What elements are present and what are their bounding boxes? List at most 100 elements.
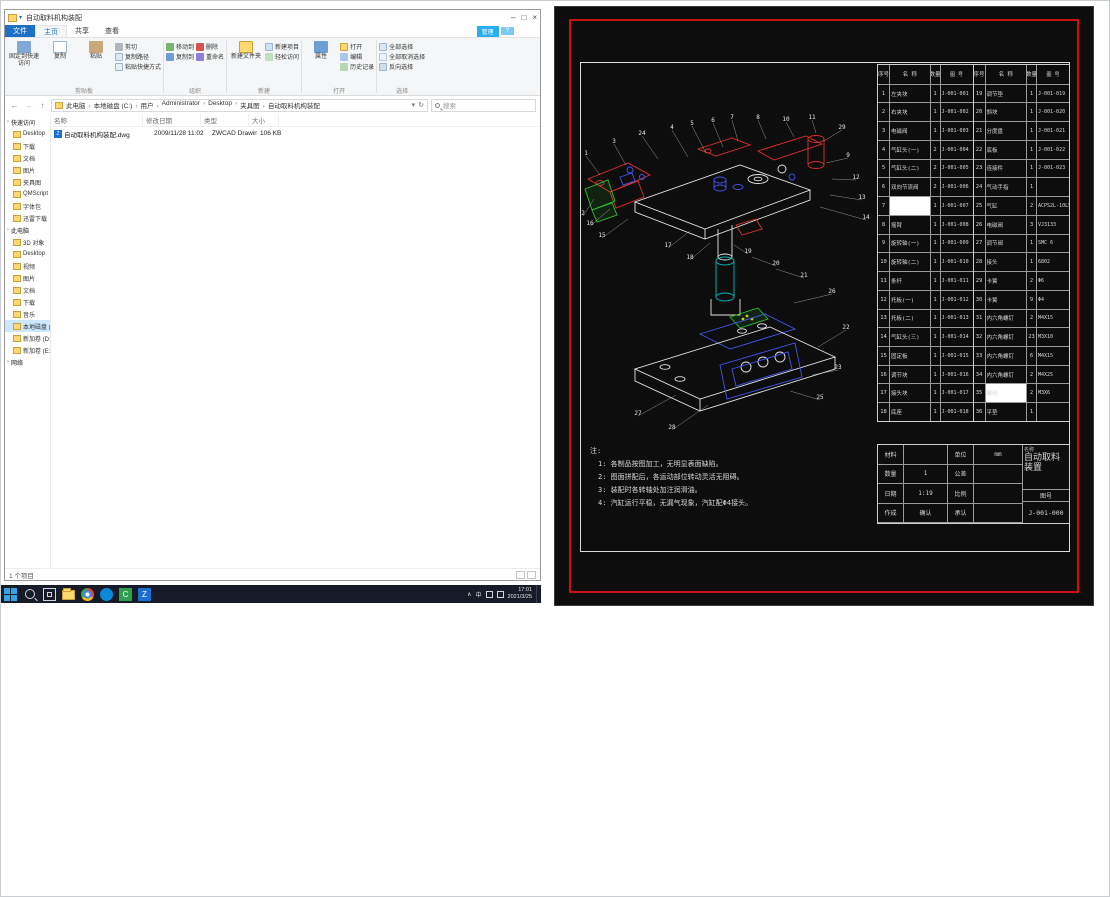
quick-access-toolbar-dropdown-icon[interactable]: ▾ — [19, 14, 22, 21]
search-box[interactable]: 搜索 — [431, 99, 536, 112]
bom-cell-name: 接头块 — [890, 384, 931, 402]
breadcrumb-item[interactable]: 本地磁盘 (C:) — [94, 100, 141, 110]
sidebar-item[interactable]: 字体包 — [5, 200, 50, 212]
properties-button[interactable]: 属性 — [304, 39, 338, 61]
open-button[interactable]: 打开 — [340, 42, 374, 51]
taskbar-file-explorer-icon[interactable] — [62, 590, 75, 600]
chrome-icon[interactable] — [81, 588, 94, 601]
sidebar-item[interactable]: 下载 — [5, 140, 50, 152]
sidebar-item[interactable]: 此电脑 — [5, 224, 50, 236]
thumbnail-view-toggle-icon[interactable] — [527, 571, 536, 579]
minimize-button[interactable]: – — [511, 13, 515, 22]
details-view-toggle-icon[interactable] — [516, 571, 525, 579]
sidebar-item[interactable]: 夹具图 — [5, 176, 50, 188]
network-icon[interactable] — [486, 591, 493, 598]
pin-to-quick-access-button[interactable]: 固定到快速访问 — [7, 39, 41, 68]
bom-header-num: 序号 — [878, 65, 890, 84]
svg-text:9: 9 — [846, 152, 850, 159]
rename-button[interactable]: 重命名 — [196, 52, 224, 61]
paste-shortcut-button[interactable]: 粘贴快捷方式 — [115, 62, 161, 71]
ribbon-tab[interactable]: 主页 — [35, 25, 67, 37]
address-bar[interactable]: 此电脑本地磁盘 (C:)用户AdministratorDesktop夹具图自动取… — [51, 99, 428, 112]
bom-row: 22 底板 1 J-001-022 — [974, 141, 1070, 160]
cad-viewer-window[interactable]: 1232445678101129912131416151718192021262… — [554, 6, 1094, 606]
breadcrumb-item[interactable]: 夹具图 — [240, 100, 268, 110]
copy-to-button[interactable]: 复制到 — [166, 52, 194, 61]
sidebar-item[interactable]: Desktop — [5, 248, 50, 260]
sidebar-item[interactable]: QMScript — [5, 188, 50, 200]
sidebar-item[interactable]: 快速访问 — [5, 116, 50, 128]
sidebar-item[interactable]: 新加卷 (D:) — [5, 332, 50, 344]
sidebar-item[interactable]: Desktop — [5, 128, 50, 140]
bom-cell-qty: 1 — [931, 366, 941, 384]
tray-time: 17:01 — [518, 587, 532, 593]
copy-path-button[interactable]: 复制路径 — [115, 52, 161, 61]
copy-button[interactable]: 复制 — [43, 39, 77, 61]
task-view-icon[interactable] — [43, 588, 56, 601]
sidebar-item[interactable]: 文档 — [5, 284, 50, 296]
sidebar-item[interactable]: 视频 — [5, 260, 50, 272]
clock[interactable]: 17:01 2021/3/25 — [508, 587, 532, 601]
column-header-type[interactable]: 类型 — [201, 114, 249, 126]
sidebar-item[interactable]: 文档 — [5, 152, 50, 164]
refresh-icon[interactable]: ↻ — [418, 101, 424, 109]
ribbon-tabs: 文件 主页共享查看 管理 ? — [5, 25, 540, 38]
sidebar-item[interactable]: 3D 对象 — [5, 236, 50, 248]
breadcrumb-item[interactable]: Administrator — [162, 100, 208, 110]
taskbar-search-icon[interactable] — [25, 589, 35, 599]
invert-selection-button[interactable]: 反向选择 — [379, 62, 425, 71]
sidebar-item[interactable]: 下载 — [5, 296, 50, 308]
breadcrumb-item[interactable]: Desktop — [208, 100, 240, 110]
close-button[interactable]: × — [532, 13, 537, 22]
sidebar-item[interactable]: 音乐 — [5, 308, 50, 320]
sidebar-item[interactable]: 本地磁盘 (C:) — [5, 320, 50, 332]
column-header-name[interactable]: 名称 — [51, 114, 143, 126]
select-all-button[interactable]: 全部选择 — [379, 42, 425, 51]
column-header-date[interactable]: 修改日期 — [143, 114, 201, 126]
history-button[interactable]: 历史记录 — [340, 62, 374, 71]
ribbon-tab[interactable]: 共享 — [67, 25, 97, 37]
address-dropdown-icon[interactable]: ▾ — [412, 101, 416, 109]
contextual-tab-manage[interactable]: 管理 — [477, 26, 499, 37]
new-folder-button[interactable]: 新建文件夹 — [229, 39, 263, 61]
titlebar[interactable]: ▾ 自动取料机构装配 – □ × — [5, 10, 540, 25]
show-desktop-button[interactable] — [536, 585, 539, 603]
new-item-button[interactable]: 新建项目 — [265, 42, 299, 51]
column-header-size[interactable]: 大小 — [249, 114, 279, 126]
ribbon-group-new: 新建文件夹 新建项目 轻松访问 新建 — [227, 38, 301, 95]
file-row[interactable]: Z 自动取料机构装配.dwg 2009/11/28 11:02 ZWCAD Dr… — [51, 127, 540, 140]
paste-button[interactable]: 粘贴 — [79, 39, 113, 61]
tab-file[interactable]: 文件 — [5, 25, 35, 37]
volume-icon[interactable] — [497, 591, 504, 598]
breadcrumb-item[interactable]: 用户 — [140, 100, 161, 110]
cad-app-icon[interactable]: C — [119, 588, 132, 601]
edge-icon[interactable] — [100, 588, 113, 601]
easy-access-button[interactable]: 轻松访问 — [265, 52, 299, 61]
sidebar-item[interactable]: 新加卷 (E:) — [5, 344, 50, 356]
cut-button[interactable]: 剪切 — [115, 42, 161, 51]
delete-button[interactable]: 删除 — [196, 42, 224, 51]
breadcrumb-item[interactable]: 自动取料机构装配 — [268, 100, 326, 110]
start-button[interactable] — [4, 588, 17, 601]
select-none-button[interactable]: 全部取消选择 — [379, 52, 425, 61]
back-button[interactable]: ← — [9, 101, 20, 110]
sidebar-item[interactable]: 图片 — [5, 272, 50, 284]
sidebar-item[interactable]: 网络 — [5, 356, 50, 368]
ime-indicator[interactable]: 中 — [476, 590, 482, 599]
edit-button[interactable]: 编辑 — [340, 52, 374, 61]
forward-button[interactable]: → — [23, 101, 34, 110]
tray-chevron-icon[interactable]: ∧ — [467, 591, 471, 598]
sidebar-item[interactable]: 迅雷下载 — [5, 212, 50, 224]
bom-cell-qty: 1 — [1027, 141, 1037, 159]
up-button[interactable]: ↑ — [37, 101, 48, 110]
rename-icon — [196, 53, 204, 61]
bom-cell-num: 27 — [974, 235, 986, 253]
copy-path-icon — [115, 53, 123, 61]
zwcad-icon[interactable]: Z — [138, 588, 151, 601]
move-to-button[interactable]: 移动到 — [166, 42, 194, 51]
ribbon-tab[interactable]: 查看 — [97, 25, 127, 37]
sidebar-item[interactable]: 图片 — [5, 164, 50, 176]
breadcrumb-item[interactable]: 此电脑 — [66, 100, 94, 110]
maximize-button[interactable]: □ — [521, 13, 526, 22]
help-icon[interactable]: ? — [501, 27, 514, 35]
